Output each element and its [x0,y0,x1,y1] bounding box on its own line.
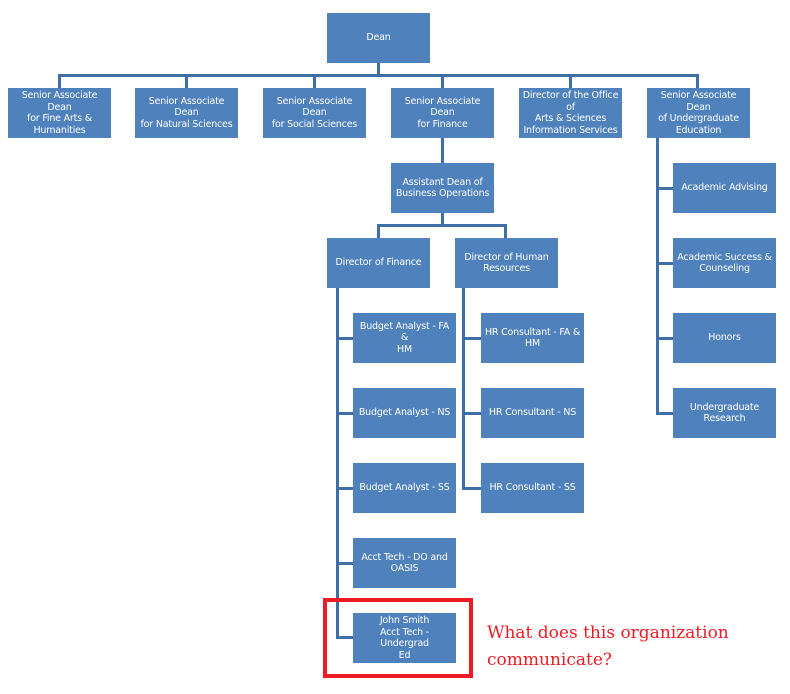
connector [462,412,481,415]
org-box-undergrad-unit: Academic Advising [673,163,776,213]
org-box-director-finance: Director of Finance [327,238,430,288]
connector [377,224,380,238]
connector [336,288,339,639]
connector [656,262,673,265]
org-box-finance-staff: Acct Tech - DO and OASIS [353,538,456,588]
org-box-hr-staff: HR Consultant - NS [481,388,584,438]
connector [336,487,353,490]
connector [656,412,673,415]
connector [441,74,444,88]
org-box-undergrad-unit: Honors [673,313,776,363]
org-box-director-hr: Director of Human Resources [455,238,558,288]
connector [696,74,699,88]
connector [58,74,61,88]
connector [377,224,507,227]
connector [462,487,481,490]
org-box-finance-staff: Budget Analyst - NS [353,388,456,438]
connector [462,337,481,340]
question-annotation: What does this organization communicate? [487,623,729,670]
org-box-finance-staff: Budget Analyst - FA & HM [353,313,456,363]
connector [441,138,444,163]
org-box-senior-social-sciences: Senior Associate Dean for Social Science… [263,88,366,138]
connector [656,138,659,414]
org-box-hr-staff: HR Consultant - FA & HM [481,313,584,363]
org-box-assistant-dean: Assistant Dean of Business Operations [391,163,494,213]
connector [185,74,188,88]
org-box-undergrad-unit: Undergraduate Research [673,388,776,438]
connector [462,288,465,489]
org-box-hr-staff: HR Consultant - SS [481,463,584,513]
connector [336,562,353,565]
connector [656,187,673,190]
connector [569,74,572,88]
org-box-senior-undergrad: Senior Associate Dean of Undergraduate E… [647,88,750,138]
org-box-finance-staff: Budget Analyst - SS [353,463,456,513]
org-box-senior-fine-arts: Senior Associate Dean for Fine Arts & Hu… [8,88,111,138]
connector [336,337,353,340]
org-box-senior-finance: Senior Associate Dean for Finance [391,88,494,138]
connector [58,74,699,77]
org-box-dean: Dean [327,13,430,63]
connector [656,337,673,340]
org-box-undergrad-unit: Academic Success & Counseling [673,238,776,288]
highlight-rectangle [323,598,473,678]
connector [313,74,316,88]
connector [504,224,507,238]
connector [336,412,353,415]
org-box-director-oasis: Director of the Office of Arts & Science… [519,88,622,138]
org-box-senior-natural-sciences: Senior Associate Dean for Natural Scienc… [135,88,238,138]
